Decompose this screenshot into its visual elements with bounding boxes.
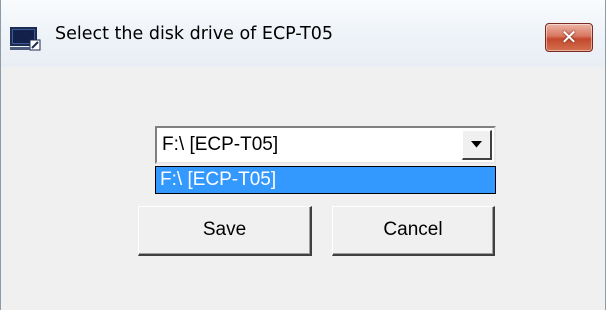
chevron-down-icon <box>471 141 482 148</box>
title-bar[interactable]: Select the disk drive of ECP-T05 ✕ <box>1 0 605 67</box>
save-button[interactable]: Save <box>138 206 312 256</box>
close-icon: ✕ <box>560 25 578 49</box>
dropdown-arrow-button[interactable] <box>462 130 492 160</box>
dialog-window: Select the disk drive of ECP-T05 ✕ F:\ [… <box>0 0 606 310</box>
app-window-icon <box>10 27 41 51</box>
drive-dropdown-list: F:\ [ECP-T05] <box>155 166 496 194</box>
dropdown-option-label: F:\ [ECP-T05] <box>160 169 277 190</box>
drive-select-value: F:\ [ECP-T05] <box>162 134 279 155</box>
cancel-button[interactable]: Cancel <box>332 206 495 256</box>
drive-select-combobox[interactable]: F:\ [ECP-T05] <box>155 126 496 164</box>
close-button[interactable]: ✕ <box>545 23 593 52</box>
dropdown-option-drive[interactable]: F:\ [ECP-T05] <box>156 167 495 193</box>
window-title: Select the disk drive of ECP-T05 <box>55 24 334 44</box>
